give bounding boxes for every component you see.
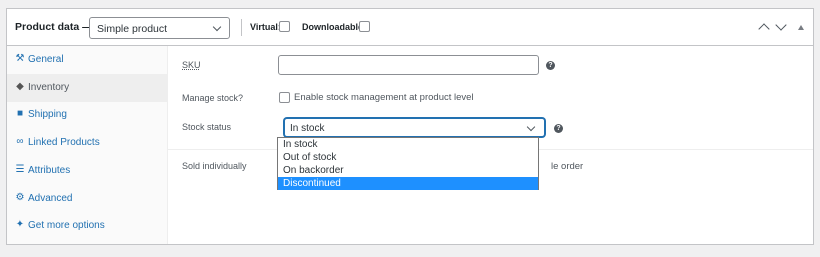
stock-status-select[interactable]: In stock xyxy=(284,118,545,137)
tab-get-more-options[interactable]: ✦ Get more options xyxy=(7,212,168,240)
wrench-icon: ⚒ xyxy=(15,53,25,64)
help-icon[interactable]: ? xyxy=(554,124,563,133)
tag-icon: ◆ xyxy=(16,81,24,92)
tab-linked-products[interactable]: ∞ Linked Products xyxy=(7,129,168,157)
stock-status-dropdown: In stock Out of stock On backorder Disco… xyxy=(277,137,539,190)
manage-stock-label: Manage stock? xyxy=(182,93,244,103)
product-type-value: Simple product xyxy=(97,23,168,35)
option-in-stock[interactable]: In stock xyxy=(278,138,538,151)
downloadable-checkbox[interactable] xyxy=(359,21,370,32)
option-out-of-stock[interactable]: Out of stock xyxy=(278,151,538,164)
move-up-icon[interactable] xyxy=(758,23,770,35)
stock-status-value: In stock xyxy=(290,123,325,134)
gear-icon: ⚙ xyxy=(15,192,25,203)
link-icon: ∞ xyxy=(16,136,24,147)
product-data-header: Product data — Simple product Virtual: D… xyxy=(7,9,813,46)
manage-stock-description: Enable stock management at product level xyxy=(294,92,474,103)
tab-advanced[interactable]: ⚙ Advanced xyxy=(7,185,168,213)
chevron-down-icon xyxy=(526,122,536,132)
tab-attributes[interactable]: ☰ Attributes xyxy=(7,157,168,185)
sold-individually-description: le order xyxy=(551,161,584,172)
product-type-select[interactable]: Simple product xyxy=(89,17,230,39)
product-data-panel: Product data — Simple product Virtual: D… xyxy=(6,8,814,245)
plugin-icon: ✦ xyxy=(15,219,25,230)
list-icon: ☰ xyxy=(15,164,25,175)
downloadable-label: Downloadable: xyxy=(302,22,367,32)
product-data-tabs: ⚒ General ◆ Inventory ■ Shipping ∞ Linke… xyxy=(7,46,168,244)
sku-label: SKU xyxy=(182,60,201,70)
tab-inventory[interactable]: ◆ Inventory xyxy=(7,74,168,102)
sold-individually-label: Sold individually xyxy=(182,161,247,171)
tab-label: Advanced xyxy=(28,193,73,204)
tab-general[interactable]: ⚒ General xyxy=(7,46,168,74)
help-icon[interactable]: ? xyxy=(546,61,555,70)
option-on-backorder[interactable]: On backorder xyxy=(278,164,538,177)
truck-icon: ■ xyxy=(16,108,24,119)
tab-label: Attributes xyxy=(28,165,71,176)
panel-title: Product data — xyxy=(15,21,93,33)
stock-status-label: Stock status xyxy=(182,122,232,132)
option-discontinued[interactable]: Discontinued xyxy=(278,177,538,190)
virtual-checkbox[interactable] xyxy=(279,21,290,32)
sku-input[interactable] xyxy=(278,55,539,75)
tab-label: Inventory xyxy=(28,82,70,93)
virtual-label: Virtual: xyxy=(250,22,281,32)
move-down-icon[interactable] xyxy=(775,19,787,31)
tab-shipping[interactable]: ■ Shipping xyxy=(7,101,168,129)
manage-stock-checkbox[interactable] xyxy=(279,92,290,103)
toggle-panel-icon[interactable] xyxy=(798,25,804,30)
tab-label: Linked Products xyxy=(28,137,100,148)
tab-label: Shipping xyxy=(28,109,67,120)
chevron-down-icon xyxy=(212,22,222,32)
divider xyxy=(241,19,242,36)
tab-label: Get more options xyxy=(28,220,105,231)
tab-label: General xyxy=(28,54,64,65)
